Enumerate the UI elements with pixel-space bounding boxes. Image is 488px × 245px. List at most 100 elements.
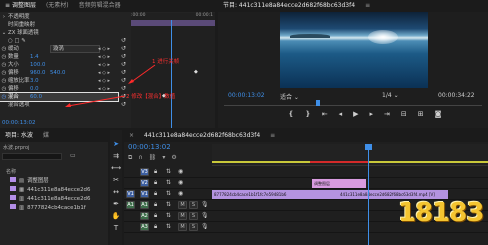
lock-icon[interactable]: 🔒︎: [154, 190, 157, 198]
clip-adjustment-layer[interactable]: 调整图层: [312, 179, 366, 188]
stopwatch-icon[interactable]: ◷: [0, 85, 8, 93]
lock-icon[interactable]: 🔒︎: [154, 179, 157, 187]
property-row[interactable]: 时间重映射: [0, 21, 35, 29]
stopwatch-icon[interactable]: ◷: [0, 45, 8, 53]
keyframe-nav[interactable]: ◂ ◇ ▸: [98, 53, 120, 61]
keyframe-nav[interactable]: ◂ ◇ ▸: [98, 45, 120, 53]
amount-value[interactable]: 1.4: [30, 54, 39, 60]
tab-source[interactable]: (无素材): [41, 0, 74, 12]
scale-ratio-value[interactable]: 3.0: [30, 78, 39, 84]
mark-out-icon[interactable]: ❵: [305, 110, 311, 118]
eye-icon[interactable]: ◉: [178, 168, 183, 175]
reset-icon[interactable]: ↺: [121, 37, 129, 45]
razor-tool-icon[interactable]: ✂: [110, 174, 122, 186]
track-target-a3[interactable]: A3: [140, 223, 149, 231]
play-icon[interactable]: ▶: [353, 110, 358, 118]
sync-icon[interactable]: ⇅: [166, 223, 171, 230]
go-to-out-icon[interactable]: ⇥: [384, 110, 390, 118]
project-item[interactable]: ▥ 8777824cb4cace1b1f: [0, 204, 108, 212]
track-select-icon[interactable]: ⇉: [110, 150, 122, 162]
tab-project[interactable]: 项目: 水波: [0, 130, 38, 142]
tab-effect-controls[interactable]: ≡ 调整图层: [0, 0, 41, 12]
hand-tool-icon[interactable]: ✋: [110, 210, 122, 222]
timeline-playhead[interactable]: [368, 144, 369, 245]
program-scrub-bar[interactable]: [224, 103, 482, 106]
stopwatch-icon[interactable]: ◷: [0, 53, 8, 61]
extract-icon[interactable]: ⊞: [418, 110, 424, 118]
property-row[interactable]: ⌄ ZX 球面透镜: [0, 29, 39, 37]
settings-icon[interactable]: ⚙: [171, 154, 176, 162]
voiceover-icon[interactable]: 🎙︎: [201, 201, 209, 208]
property-row[interactable]: ◷ 数量 1.4: [0, 53, 39, 61]
step-back-icon[interactable]: ◂: [339, 110, 343, 118]
fit-dropdown[interactable]: 适合 ⌄: [280, 92, 299, 101]
stopwatch-icon[interactable]: ◷: [0, 77, 8, 85]
property-row[interactable]: ◷ 偏移 0.0: [0, 85, 39, 93]
tab-audio-clip-mixer[interactable]: 音频剪辑混合器: [74, 0, 126, 12]
solo-button[interactable]: S: [189, 212, 198, 220]
type-tool-icon[interactable]: T: [110, 222, 122, 234]
sync-icon[interactable]: ⇅: [166, 201, 171, 208]
property-row[interactable]: ◷ 缩放比率3.0: [0, 77, 39, 85]
mute-button[interactable]: M: [178, 212, 187, 220]
reset-icon[interactable]: ↺: [121, 45, 129, 53]
keyframe-nav[interactable]: ◂ ◇ ▸: [98, 77, 120, 85]
ease-dropdown[interactable]: 漩涡: [50, 45, 100, 53]
linked-selection-icon[interactable]: ⛓: [149, 154, 157, 162]
keyframe-nav[interactable]: ◂ ◇ ▸: [98, 61, 120, 69]
track-target-v2[interactable]: V2: [140, 179, 149, 187]
lift-icon[interactable]: ⊟: [401, 110, 407, 118]
insert-sequence-icon[interactable]: ⧉: [128, 154, 132, 162]
rect-mask-icon[interactable]: □: [14, 38, 19, 44]
solo-button[interactable]: S: [189, 223, 198, 231]
program-playhead[interactable]: [316, 100, 320, 106]
project-search-input[interactable]: [2, 153, 62, 160]
keyframe-marker[interactable]: ◆: [194, 69, 198, 75]
stopwatch-icon[interactable]: ◷: [0, 61, 8, 69]
ellipse-mask-icon[interactable]: ○: [8, 38, 13, 44]
sync-icon[interactable]: ⇅: [166, 190, 171, 197]
go-to-in-icon[interactable]: ⇤: [322, 110, 328, 118]
source-patch-a1[interactable]: A1: [126, 201, 135, 209]
property-row[interactable]: 混合选项: [0, 101, 30, 109]
lock-icon[interactable]: 🔒︎: [154, 223, 157, 231]
mute-button[interactable]: M: [178, 223, 187, 231]
mute-button[interactable]: M: [178, 201, 187, 209]
stopwatch-icon[interactable]: ◷: [0, 93, 8, 101]
voiceover-icon[interactable]: 🎙︎: [201, 223, 209, 230]
property-row[interactable]: ◷ 大小 100.0: [0, 61, 46, 69]
sync-icon[interactable]: ⇅: [166, 212, 171, 219]
lock-icon[interactable]: 🔒︎: [154, 201, 157, 209]
add-marker-icon[interactable]: ▾: [162, 154, 165, 162]
ripple-edit-icon[interactable]: ⟷: [110, 162, 122, 174]
track-target-v3[interactable]: V3: [140, 168, 149, 176]
selection-tool-icon[interactable]: ➤: [110, 138, 122, 150]
effect-controls-timecode[interactable]: 00:00:13:02: [2, 120, 36, 126]
eye-icon[interactable]: ◉: [178, 190, 183, 197]
lock-icon[interactable]: 🔒︎: [154, 212, 157, 220]
offset-y-value[interactable]: 540.0: [50, 70, 65, 76]
lock-icon[interactable]: 🔒︎: [154, 168, 157, 176]
close-icon[interactable]: ×: [124, 130, 139, 142]
sync-icon[interactable]: ⇅: [166, 179, 171, 186]
source-patch-v1[interactable]: V1: [126, 190, 135, 198]
stopwatch-icon[interactable]: ◷: [0, 69, 8, 77]
new-bin-icon[interactable]: ▭: [70, 152, 76, 159]
step-forward-icon[interactable]: ▸: [370, 110, 374, 118]
tab-sequence[interactable]: 441c311e8a84ecce2d682f68bc63d3f4: [139, 130, 265, 142]
project-item[interactable]: ▥ 441c311e8a84ecce2d6: [0, 195, 108, 203]
pen-tool-icon[interactable]: ✒: [110, 198, 122, 210]
menu-icon[interactable]: ≡: [360, 0, 375, 12]
offset-value[interactable]: 0.0: [30, 86, 39, 92]
property-row[interactable]: › 不透明度: [0, 13, 30, 21]
mark-in-icon[interactable]: ❴: [288, 110, 294, 118]
tab-media[interactable]: 媒: [38, 130, 54, 142]
track-target-a2[interactable]: A2: [140, 212, 149, 220]
export-frame-icon[interactable]: ◙: [435, 110, 442, 118]
property-row[interactable]: ◷ 偏移 960.0 540.0: [0, 69, 66, 77]
snap-icon[interactable]: ∩: [138, 154, 142, 162]
name-column-header[interactable]: 名称: [6, 168, 16, 175]
solo-button[interactable]: S: [189, 201, 198, 209]
pen-mask-icon[interactable]: ✎: [21, 38, 26, 44]
track-target-a1[interactable]: A1: [140, 201, 149, 209]
